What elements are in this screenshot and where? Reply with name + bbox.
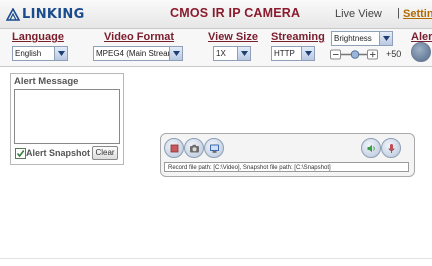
chevron-down-icon[interactable] (301, 47, 314, 60)
live-view-link[interactable]: Live View (335, 8, 382, 20)
streaming-label: Streaming (271, 31, 325, 43)
brightness-level: +50 (386, 49, 402, 59)
chevron-down-icon[interactable] (379, 32, 392, 45)
snapshot-button[interactable] (184, 138, 204, 158)
microphone-icon (387, 143, 395, 153)
clear-button[interactable]: Clear (92, 146, 118, 160)
language-label: Language (12, 31, 64, 43)
alert-title: Alert Message (14, 76, 79, 87)
settings-button[interactable] (204, 138, 224, 158)
brightness-slider[interactable] (330, 48, 378, 60)
alert-button[interactable] (411, 42, 431, 62)
logo-text: LINKING (22, 7, 85, 22)
nav-separator: | (397, 7, 400, 19)
camera-icon (189, 144, 199, 152)
view-size-value: 1X (216, 49, 226, 58)
language-select[interactable]: English (12, 46, 68, 61)
video-format-select[interactable]: MPEG4 (Main Stream) (93, 46, 183, 61)
view-size-label: View Size (208, 31, 258, 43)
alert-snapshot-label: Alert Snapshot (26, 148, 91, 158)
record-icon (170, 144, 178, 152)
alert-message-box[interactable] (14, 89, 120, 144)
record-button[interactable] (164, 138, 184, 158)
chevron-down-icon[interactable] (237, 47, 250, 60)
streaming-value: HTTP (274, 49, 295, 58)
chevron-down-icon[interactable] (54, 47, 67, 60)
bottom-divider (0, 258, 432, 259)
speaker-button[interactable] (361, 138, 381, 158)
video-format-label: Video Format (104, 31, 175, 43)
brightness-value: Brightness (334, 34, 372, 43)
check-icon (16, 150, 25, 158)
streaming-select[interactable]: HTTP (271, 46, 315, 61)
view-size-select[interactable]: 1X (213, 46, 251, 61)
microphone-button[interactable] (381, 138, 401, 158)
alert-snapshot-checkbox[interactable] (15, 148, 26, 159)
logo: LINKING (6, 7, 85, 22)
speaker-icon (367, 144, 375, 152)
language-value: English (15, 49, 42, 58)
setting-link[interactable]: Setting (403, 8, 432, 20)
page-title: CMOS IR IP CAMERA (170, 6, 301, 20)
video-format-value: MPEG4 (Main Stream) (96, 49, 177, 58)
file-path-display: Record file path: [C:\Video], Snapshot f… (164, 162, 409, 172)
top-bar: LINKING CMOS IR IP CAMERA Live View | Se… (0, 0, 432, 29)
logo-icon (6, 8, 20, 21)
monitor-settings-icon (209, 144, 219, 153)
brightness-select[interactable]: Brightness (331, 31, 393, 46)
chevron-down-icon[interactable] (169, 47, 182, 60)
